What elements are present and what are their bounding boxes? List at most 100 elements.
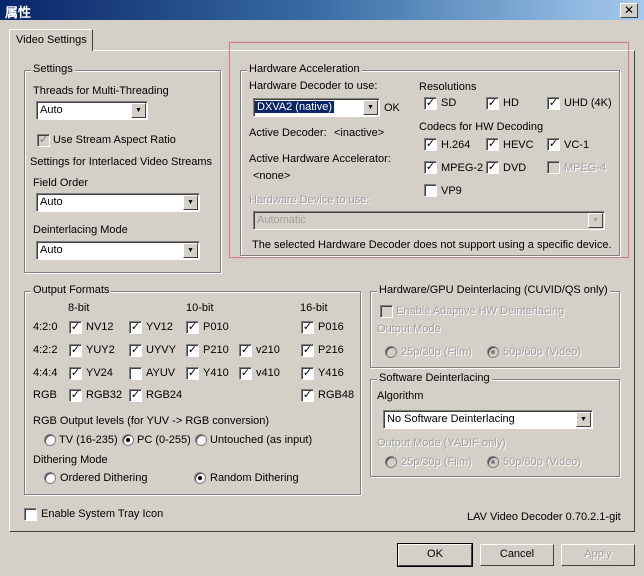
chevron-down-icon[interactable]: ▼	[183, 195, 198, 210]
sw-deint-output-label: Output Mode (YADIF only)	[377, 437, 506, 449]
algorithm-value: No Software Deinterlacing	[387, 413, 515, 425]
format-y410-checkbox[interactable]: ✓	[186, 367, 199, 380]
tray-icon-checkbox[interactable]	[24, 508, 37, 521]
threads-value: Auto	[40, 104, 63, 116]
rgb-tv-label: TV (16-235)	[59, 434, 118, 446]
format-nv12-label: NV12	[86, 321, 114, 333]
algorithm-label: Algorithm	[377, 390, 424, 402]
format-rgb24-checkbox[interactable]: ✓	[129, 389, 142, 402]
deint-mode-label: Deinterlacing Mode	[33, 224, 128, 236]
format-yuy2-label: YUY2	[86, 344, 115, 356]
output-formats-group: Output Formats 8-bit 10-bit 16-bit 4:2:0…	[24, 284, 361, 495]
hw-deint-enable-checkbox[interactable]	[380, 305, 393, 318]
format-yv24-checkbox[interactable]: ✓	[69, 367, 82, 380]
stream-aspect-checkbox[interactable]: ✓	[37, 134, 50, 147]
format-v210-label: v210	[256, 344, 280, 356]
tab-video-settings[interactable]: Video Settings	[9, 29, 93, 51]
format-rgb32-checkbox[interactable]: ✓	[69, 389, 82, 402]
format-rgb24-label: RGB24	[146, 389, 183, 401]
stream-aspect-label: Use Stream Aspect Ratio	[53, 134, 176, 146]
rgb-untouched-label: Untouched (as input)	[210, 434, 313, 446]
output-formats-legend: Output Formats	[31, 284, 112, 296]
format-p210-label: P210	[203, 344, 229, 356]
title-bar	[0, 0, 644, 20]
ok-button[interactable]: OK	[397, 543, 473, 567]
rgb-tv-radio[interactable]	[44, 434, 56, 446]
deint-mode-value: Auto	[40, 244, 63, 256]
format-p016-checkbox[interactable]: ✓	[301, 321, 314, 334]
sw-deint-video-radio[interactable]	[487, 456, 499, 468]
format-yuy2-checkbox[interactable]: ✓	[69, 344, 82, 357]
dither-ordered-radio[interactable]	[44, 472, 56, 484]
threads-select[interactable]: Auto ▼	[36, 101, 148, 120]
dither-random-radio[interactable]	[194, 472, 206, 484]
dithering-label: Dithering Mode	[33, 454, 108, 466]
format-v410-label: v410	[256, 367, 280, 379]
col-header-16bit: 16-bit	[300, 302, 328, 314]
field-order-select[interactable]: Auto ▼	[36, 193, 200, 212]
row-label: 4:2:2	[33, 344, 58, 356]
row-label: 4:4:4	[33, 367, 58, 379]
sw-deint-film-radio[interactable]	[385, 456, 397, 468]
chevron-down-icon[interactable]: ▼	[131, 103, 146, 118]
row-label: RGB	[33, 389, 57, 401]
format-ayuv-checkbox[interactable]	[129, 367, 142, 380]
chevron-down-icon[interactable]: ▼	[576, 412, 591, 427]
format-yv12-label: YV12	[146, 321, 173, 333]
dither-random-label: Random Dithering	[210, 472, 299, 484]
sw-deint-video-label: 50p/60p (Video)	[503, 456, 582, 468]
format-y416-label: Y416	[318, 367, 344, 379]
chevron-down-icon[interactable]: ▼	[183, 243, 198, 258]
format-y416-checkbox[interactable]: ✓	[301, 367, 314, 380]
sw-deint-film-label: 25p/30p (Film)	[401, 456, 472, 468]
dither-ordered-label: Ordered Dithering	[60, 472, 148, 484]
format-p010-label: P010	[203, 321, 229, 333]
window-title: 属性	[5, 5, 32, 20]
settings-legend: Settings	[31, 63, 75, 75]
hw-deint-group: Hardware/GPU Deinterlacing (CUVID/QS onl…	[370, 284, 620, 368]
highlight-annotation	[229, 42, 629, 258]
format-v210-checkbox[interactable]: ✓	[239, 344, 252, 357]
hw-deint-legend: Hardware/GPU Deinterlacing (CUVID/QS onl…	[377, 284, 610, 296]
threads-label: Threads for Multi-Threading	[33, 85, 169, 97]
format-p216-checkbox[interactable]: ✓	[301, 344, 314, 357]
col-header-8bit: 8-bit	[68, 302, 90, 314]
sw-deint-group: Software Deinterlacing Algorithm No Soft…	[370, 372, 620, 477]
hw-deint-video-radio[interactable]	[487, 346, 499, 358]
format-uyvy-label: UYVY	[146, 344, 176, 356]
rgb-untouched-radio[interactable]	[195, 434, 207, 446]
settings-group: Settings Threads for Multi-Threading Aut…	[24, 63, 221, 273]
rgb-levels-label: RGB Output levels (for YUV -> RGB conver…	[33, 415, 270, 427]
close-button[interactable]: ✕	[620, 3, 638, 18]
format-rgb32-label: RGB32	[86, 389, 123, 401]
format-y410-label: Y410	[203, 367, 229, 379]
format-nv12-checkbox[interactable]: ✓	[69, 321, 82, 334]
hw-deint-enable-label: Enable Adaptive HW Deinterlacing	[396, 305, 565, 317]
format-yv24-label: YV24	[86, 367, 113, 379]
deint-mode-select[interactable]: Auto ▼	[36, 241, 200, 260]
format-v410-checkbox[interactable]: ✓	[239, 367, 252, 380]
format-p210-checkbox[interactable]: ✓	[186, 344, 199, 357]
field-order-label: Field Order	[33, 177, 89, 189]
apply-button[interactable]: Apply	[561, 544, 635, 566]
algorithm-select[interactable]: No Software Deinterlacing ▼	[383, 410, 593, 429]
hw-deint-video-label: 50p/60p (Video)	[503, 346, 582, 358]
hw-deint-film-radio[interactable]	[385, 346, 397, 358]
version-label: LAV Video Decoder 0.70.2.1-git	[467, 511, 621, 523]
row-label: 4:2:0	[33, 321, 58, 333]
hw-deint-film-label: 25p/30p (Film)	[401, 346, 472, 358]
sw-deint-legend: Software Deinterlacing	[377, 372, 492, 384]
tray-icon-label: Enable System Tray Icon	[41, 508, 164, 520]
format-rgb48-checkbox[interactable]: ✓	[301, 389, 314, 402]
cancel-button[interactable]: Cancel	[480, 544, 554, 566]
rgb-pc-radio[interactable]	[122, 434, 134, 446]
field-order-value: Auto	[40, 196, 63, 208]
interlaced-label: Settings for Interlaced Video Streams	[30, 156, 213, 168]
format-p216-label: P216	[318, 344, 344, 356]
rgb-pc-label: PC (0-255)	[137, 434, 191, 446]
format-rgb48-label: RGB48	[318, 389, 355, 401]
format-uyvy-checkbox[interactable]: ✓	[129, 344, 142, 357]
format-ayuv-label: AYUV	[146, 367, 176, 379]
format-p010-checkbox[interactable]: ✓	[186, 321, 199, 334]
format-yv12-checkbox[interactable]: ✓	[129, 321, 142, 334]
